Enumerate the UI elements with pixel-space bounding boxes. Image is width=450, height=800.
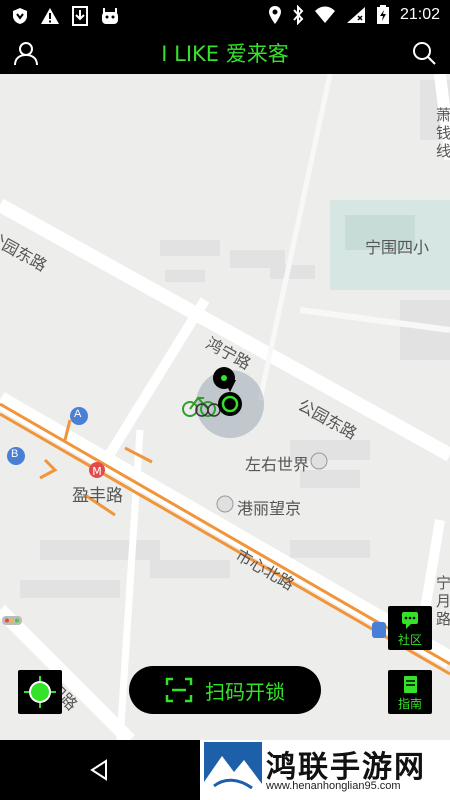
search-icon[interactable]: [410, 39, 438, 67]
wifi-icon: [314, 6, 335, 23]
svg-text:M: M: [92, 465, 102, 478]
metro-exit-label: A: [74, 408, 82, 420]
guide-button[interactable]: 指南: [388, 670, 432, 714]
warning-icon: [41, 8, 59, 24]
download-icon: [72, 6, 88, 26]
crosshair-icon: [24, 676, 56, 708]
shield-icon: [13, 8, 27, 24]
community-label: 社区: [397, 633, 422, 647]
scan-icon: [165, 677, 193, 703]
guide-label: 指南: [397, 697, 422, 711]
map-poi-label: 宁围四小: [365, 238, 430, 257]
metro-exit-label: B: [11, 448, 19, 460]
bluetooth-icon: [293, 5, 304, 25]
app-title: I LIKE 爱来客: [161, 42, 289, 66]
map-poi-label: 左右世界: [245, 455, 310, 474]
app-header: I LIKE 爱来客: [0, 32, 450, 74]
battery-icon: [376, 5, 389, 24]
android-icon: [102, 8, 118, 24]
map-road-label: 萧 钱 线: [436, 106, 450, 160]
map-poi-label: 港丽望京: [237, 499, 302, 518]
clock: 21:02: [399, 6, 440, 23]
map-view[interactable]: M 公园东路 公园东路 鸿宁路 市心北路 民和路 宁围四小 左右世界 港丽望京 …: [0, 74, 450, 740]
status-bar: 21:02: [0, 0, 450, 32]
back-icon[interactable]: [88, 758, 112, 782]
watermark-logo: 鸿联手游网 www.henanhonglian95.com: [200, 740, 450, 800]
community-button[interactable]: 社区: [388, 606, 432, 650]
watermark-url: www.henanhonglian95.com: [266, 780, 401, 792]
locate-button[interactable]: [18, 670, 62, 714]
location-pin-icon: [268, 6, 281, 24]
map-road-label: 宁 月 路: [436, 574, 450, 628]
mountain-logo-icon: [204, 742, 262, 798]
map-metro-label: 盈丰路: [72, 486, 123, 506]
scan-unlock-button[interactable]: 扫码开锁: [129, 666, 321, 714]
scan-unlock-label: 扫码开锁: [205, 679, 285, 704]
signal-icon: [346, 7, 365, 23]
